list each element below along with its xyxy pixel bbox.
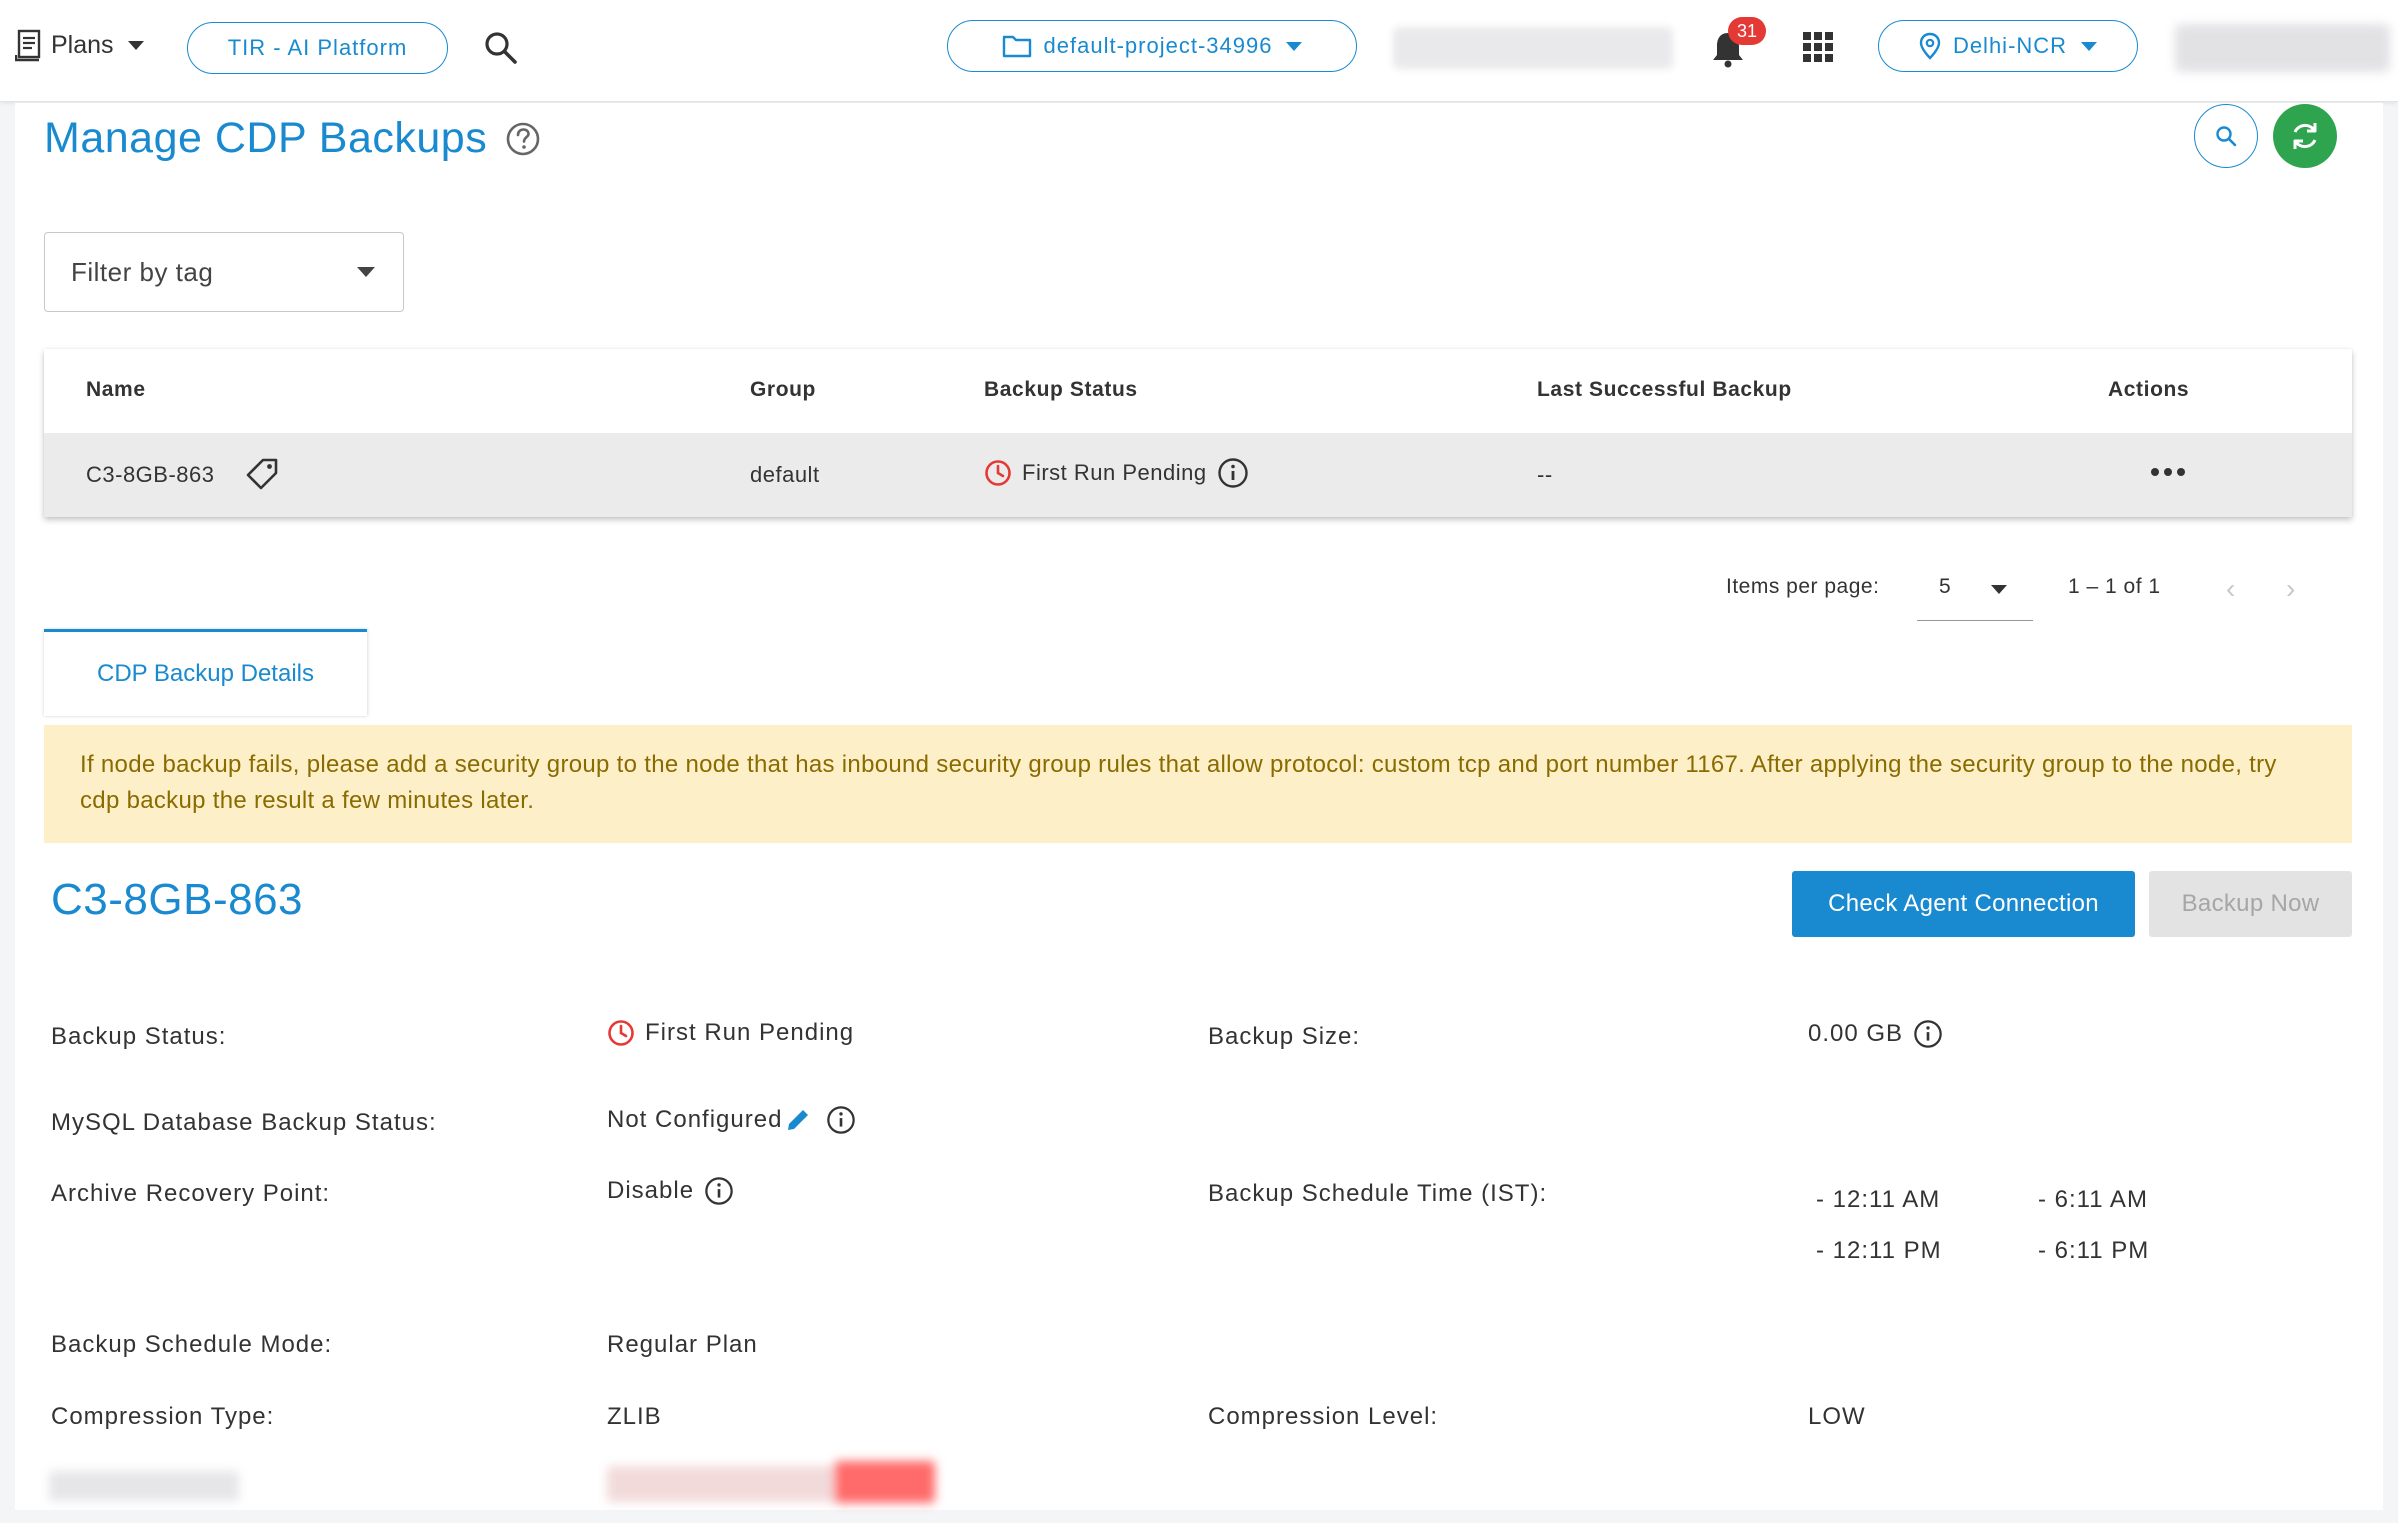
help-icon[interactable] (505, 121, 541, 157)
items-per-page-label: Items per page: (1726, 575, 1880, 598)
document-icon (15, 29, 41, 62)
backup-size-text: 0.00 GB (1808, 1020, 1904, 1047)
clock-icon (608, 1020, 634, 1046)
row-backup-status: First Run Pending (984, 457, 1249, 489)
paginator: Items per page: 5 1 – 1 of 1 ‹ › (1726, 563, 2366, 623)
search-icon (2216, 126, 2237, 147)
info-icon[interactable] (826, 1105, 856, 1135)
table-row[interactable]: C3-8GB-863 default First Run Pending -- (44, 433, 2352, 517)
column-header-actions: Actions (2108, 378, 2190, 401)
tir-platform-button[interactable]: TIR - AI Platform (187, 22, 448, 74)
column-header-backup-status[interactable]: Backup Status (984, 378, 1138, 402)
folder-icon (1002, 35, 1031, 58)
notification-badge: 31 (1728, 17, 1766, 45)
caret-down-icon (1991, 585, 2007, 594)
mysql-backup-status-label: MySQL Database Backup Status: (51, 1109, 437, 1136)
column-header-name[interactable]: Name (86, 378, 146, 402)
plans-menu[interactable]: Plans (15, 28, 144, 62)
compression-level-label: Compression Level: (1208, 1403, 1439, 1430)
pencil-icon[interactable] (784, 1106, 812, 1134)
backups-table: Name Group Backup Status Last Successful… (44, 349, 2352, 517)
region-selector[interactable]: Delhi-NCR (1878, 20, 2138, 72)
search-icon[interactable] (483, 30, 519, 66)
tab-label: CDP Backup Details (97, 660, 314, 687)
apps-grid-icon[interactable] (1803, 32, 1833, 62)
info-icon[interactable] (704, 1176, 734, 1206)
backup-schedule-mode-value: Regular Plan (607, 1331, 758, 1358)
check-agent-connection-button[interactable]: Check Agent Connection (1792, 871, 2135, 937)
row-name: C3-8GB-863 (86, 462, 215, 487)
schedule-time-item: - 6:11 PM (2038, 1237, 2150, 1264)
backup-status-text: First Run Pending (645, 1019, 855, 1046)
region-label: Delhi-NCR (1952, 33, 2068, 58)
items-per-page-value: 5 (1939, 575, 1951, 598)
edit-tag-icon[interactable] (243, 455, 281, 493)
info-icon[interactable] (1913, 1019, 1943, 1049)
filter-by-tag-select[interactable]: Filter by tag (44, 232, 404, 312)
location-pin-icon (1919, 32, 1941, 60)
top-navbar: Plans TIR - AI Platform default-project-… (0, 0, 2398, 102)
column-header-last-successful-backup[interactable]: Last Successful Backup (1537, 378, 1792, 402)
blurred-account-menu[interactable] (2175, 24, 2390, 72)
backup-status-label: Backup Status: (51, 1023, 227, 1050)
compression-type-label: Compression Type: (51, 1403, 275, 1430)
row-last-successful-backup: -- (1537, 462, 1553, 487)
row-status-text: First Run Pending (1022, 460, 1207, 485)
project-selector[interactable]: default-project-34996 (947, 20, 1357, 72)
clock-icon (985, 460, 1011, 486)
warning-alert: If node backup fails, please add a secur… (44, 725, 2352, 843)
items-per-page-select[interactable]: 5 (1917, 563, 2033, 621)
archive-recovery-point-value: Disable (607, 1176, 734, 1206)
blurred-field-value (607, 1466, 837, 1502)
backup-status-value: First Run Pending (607, 1019, 854, 1047)
mysql-backup-status-value: Not Configured (607, 1105, 856, 1135)
table-header: Name Group Backup Status Last Successful… (44, 349, 2352, 433)
mysql-status-text: Not Configured (607, 1106, 783, 1133)
archive-text: Disable (607, 1177, 695, 1204)
caret-down-icon (357, 267, 375, 277)
chevron-left-icon[interactable]: ‹ (2226, 575, 2235, 603)
blurred-status-badge (835, 1461, 935, 1503)
search-button[interactable] (2194, 104, 2258, 168)
caret-down-icon (2081, 41, 2098, 51)
row-group: default (750, 462, 820, 487)
compression-type-value: ZLIB (607, 1403, 662, 1430)
backup-schedule-time-label: Backup Schedule Time (IST): (1208, 1180, 1548, 1207)
backup-schedule-mode-label: Backup Schedule Mode: (51, 1331, 333, 1358)
chevron-right-icon[interactable]: › (2286, 575, 2295, 603)
schedule-time-item: - 12:11 PM (1816, 1237, 1942, 1264)
plans-label: Plans (51, 30, 114, 59)
blurred-user-info (1393, 27, 1673, 69)
tab-cdp-backup-details[interactable]: CDP Backup Details (44, 629, 367, 716)
backup-now-button: Backup Now (2149, 871, 2352, 937)
alert-text: If node backup fails, please add a secur… (80, 751, 2277, 814)
page-title: Manage CDP Backups (44, 114, 488, 162)
column-header-group[interactable]: Group (750, 378, 816, 402)
main-content: Manage CDP Backups Filter by tag Name Gr… (15, 103, 2383, 1510)
detail-title: C3-8GB-863 (51, 875, 304, 924)
blurred-field-label (49, 1471, 239, 1501)
archive-recovery-point-label: Archive Recovery Point: (51, 1180, 331, 1207)
project-label: default-project-34996 (1043, 33, 1273, 58)
backup-size-value: 0.00 GB (1808, 1019, 1943, 1049)
page-header: Manage CDP Backups (44, 114, 541, 163)
refresh-icon (2293, 123, 2317, 149)
backup-size-label: Backup Size: (1208, 1023, 1361, 1050)
filter-label: Filter by tag (71, 256, 214, 287)
compression-level-value: LOW (1808, 1403, 1866, 1430)
refresh-button[interactable] (2273, 104, 2337, 168)
schedule-time-item: - 12:11 AM (1816, 1186, 1941, 1213)
caret-down-icon (1286, 41, 1303, 51)
tir-platform-label: TIR - AI Platform (227, 35, 408, 60)
page-range: 1 – 1 of 1 (2068, 575, 2161, 598)
caret-down-icon (127, 40, 144, 50)
row-actions-menu-icon[interactable] (2151, 468, 2185, 476)
info-icon[interactable] (1217, 457, 1249, 489)
schedule-time-item: - 6:11 AM (2038, 1186, 2148, 1213)
